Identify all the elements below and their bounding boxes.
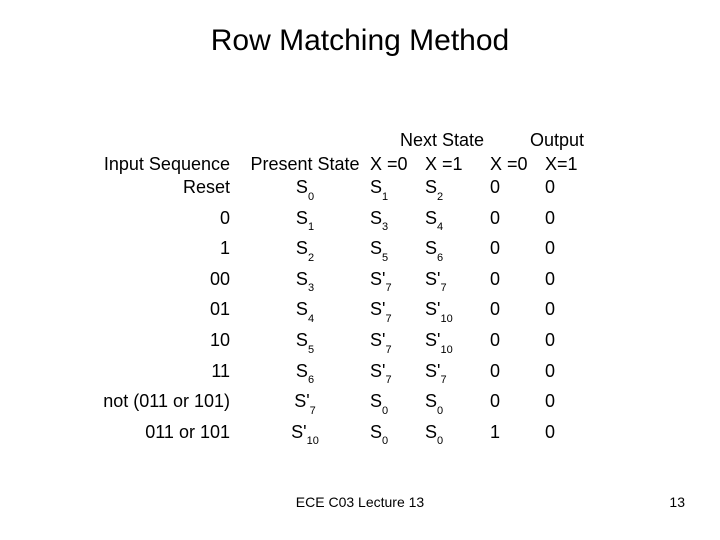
row-3-x1: S'7 [425, 268, 490, 299]
row-0-out1: 0 [545, 176, 600, 199]
group-header-next-state: Next State [400, 130, 484, 151]
footer-page: 13 [669, 494, 685, 510]
row-3-input: 00 [70, 268, 240, 291]
row-7-out0: 0 [490, 390, 545, 413]
row-2-input: 1 [70, 237, 240, 260]
col-header-out1: X=1 [545, 153, 600, 176]
row-8-input: 011 or 101 [70, 421, 240, 444]
row-6-out1: 0 [545, 360, 600, 383]
row-7-out1: 0 [545, 390, 600, 413]
row-0-present: S0 [240, 176, 370, 207]
row-0-input: Reset [70, 176, 240, 199]
row-1-present: S1 [240, 207, 370, 238]
slide-title: Row Matching Method [0, 24, 720, 58]
group-header-output: Output [530, 130, 584, 151]
row-0-x1: S2 [425, 176, 490, 207]
row-6-x0: S'7 [370, 360, 425, 391]
row-5-x0: S'7 [370, 329, 425, 360]
row-2-present: S2 [240, 237, 370, 268]
col-header-out0: X =0 [490, 153, 545, 176]
row-4-x0: S'7 [370, 298, 425, 329]
col-header-x1: X =1 [425, 153, 490, 176]
row-7-present: S'7 [240, 390, 370, 421]
row-7-x1: S0 [425, 390, 490, 421]
row-1-out0: 0 [490, 207, 545, 230]
row-1-input: 0 [70, 207, 240, 230]
row-4-out0: 0 [490, 298, 545, 321]
row-3-x0: S'7 [370, 268, 425, 299]
row-8-present: S'10 [240, 421, 370, 452]
row-6-x1: S'7 [425, 360, 490, 391]
row-7-x0: S0 [370, 390, 425, 421]
row-2-out0: 0 [490, 237, 545, 260]
row-8-x0: S0 [370, 421, 425, 452]
row-8-x1: S0 [425, 421, 490, 452]
row-3-out0: 0 [490, 268, 545, 291]
row-4-x1: S'10 [425, 298, 490, 329]
col-header-x0: X =0 [370, 153, 425, 176]
row-4-input: 01 [70, 298, 240, 321]
row-6-out0: 0 [490, 360, 545, 383]
row-4-out1: 0 [545, 298, 600, 321]
row-8-out1: 0 [545, 421, 600, 444]
row-3-out1: 0 [545, 268, 600, 291]
row-1-out1: 0 [545, 207, 600, 230]
col-header-input: Input Sequence [70, 153, 240, 176]
row-1-x1: S4 [425, 207, 490, 238]
row-2-out1: 0 [545, 237, 600, 260]
footer-center: ECE C03 Lecture 13 [0, 494, 720, 510]
row-5-x1: S'10 [425, 329, 490, 360]
row-1-x0: S3 [370, 207, 425, 238]
row-6-present: S6 [240, 360, 370, 391]
row-2-x1: S6 [425, 237, 490, 268]
row-3-present: S3 [240, 268, 370, 299]
row-5-input: 10 [70, 329, 240, 352]
row-2-x0: S5 [370, 237, 425, 268]
row-5-present: S5 [240, 329, 370, 360]
row-5-out1: 0 [545, 329, 600, 352]
row-0-out0: 0 [490, 176, 545, 199]
row-5-out0: 0 [490, 329, 545, 352]
state-table: Input SequencePresent StateX =0X =1X =0X… [70, 153, 600, 451]
row-0-x0: S1 [370, 176, 425, 207]
row-7-input: not (011 or 101) [70, 390, 240, 413]
col-header-present: Present State [240, 153, 370, 176]
row-6-input: 11 [70, 360, 240, 383]
row-8-out0: 1 [490, 421, 545, 444]
row-4-present: S4 [240, 298, 370, 329]
slide: Row Matching Method Next State Output In… [0, 0, 720, 540]
